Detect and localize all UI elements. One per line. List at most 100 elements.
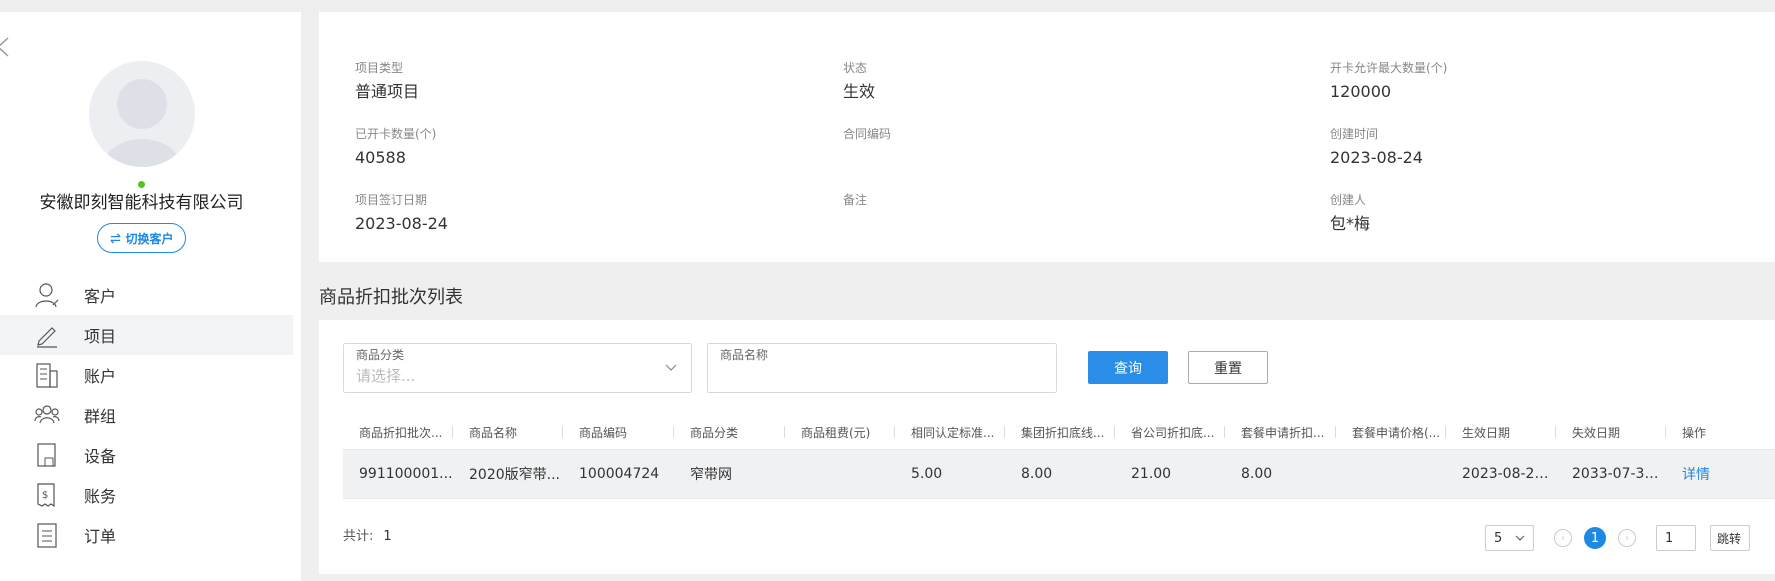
field-max-cards: 开卡允许最大数量(个) 120000 — [1330, 61, 1447, 102]
sidebar-item-label: 账务 — [84, 487, 117, 506]
column-header[interactable]: 商品折扣批次... — [343, 424, 453, 441]
prev-page-button[interactable]: ‹ — [1554, 529, 1572, 547]
project-info-card: 项目类型 普通项目 状态 生效 开卡允许最大数量(个) 120000 已开卡数量… — [319, 12, 1775, 262]
back-chevron-icon[interactable] — [0, 36, 12, 58]
column-header[interactable]: 省公司折扣底... — [1115, 424, 1225, 441]
column-header[interactable]: 套餐申请折扣... — [1225, 424, 1336, 441]
switch-customer-button[interactable]: 切换客户 — [97, 223, 186, 253]
sidebar: 安徽即刻智能科技有限公司 切换客户 客户 项目 账户 群组 设备 $ 账务 订单 — [0, 12, 301, 581]
sidebar-item-customer[interactable]: 客户 — [0, 275, 293, 315]
sidebar-item-account[interactable]: 账户 — [0, 355, 293, 395]
column-header[interactable]: 相同认定标准... — [895, 424, 1005, 441]
field-label: 合同编码 — [843, 127, 892, 141]
field-sign-date: 项目签订日期 2023-08-24 — [355, 193, 448, 234]
chevron-left-icon: ‹ — [1561, 532, 1565, 544]
product-name-field[interactable]: 商品名称 — [707, 343, 1057, 393]
batch-table: 商品折扣批次... 商品名称 商品编码 商品分类 商品租费(元) 相同认定标准.… — [343, 416, 1775, 499]
table-cell: 2033-07-31 2... — [1572, 466, 1666, 482]
sidebar-item-label: 客户 — [84, 287, 117, 306]
sidebar-item-label: 群组 — [84, 407, 117, 426]
field-label: 开卡允许最大数量(个) — [1330, 61, 1448, 75]
table-cell: 2023-08-24 1... — [1462, 466, 1556, 482]
user-icon — [34, 281, 60, 309]
sidebar-nav: 客户 项目 账户 群组 设备 $ 账务 订单 — [0, 275, 293, 555]
column-header[interactable]: 商品编码 — [563, 424, 674, 441]
field-value: 120000 — [1330, 82, 1392, 101]
chevron-right-icon: › — [1625, 532, 1629, 544]
field-label: 项目签订日期 — [355, 193, 428, 207]
sidebar-item-group[interactable]: 群组 — [0, 395, 293, 435]
sidebar-item-order[interactable]: 订单 — [0, 515, 293, 555]
field-status: 状态 生效 — [843, 61, 875, 102]
table-row[interactable]: 991100001... 2020版窄带... 100004724 窄带网 5.… — [343, 450, 1775, 499]
field-label: 备注 — [843, 193, 868, 207]
company-name: 安徽即刻智能科技有限公司 — [39, 193, 244, 213]
category-select[interactable]: 商品分类 请选择... — [343, 343, 692, 393]
column-header[interactable]: 套餐申请价格(... — [1336, 424, 1446, 441]
total-label: 共计: — [343, 529, 374, 544]
sidebar-item-label: 设备 — [84, 447, 117, 466]
field-value: 包*梅 — [1330, 214, 1371, 233]
detail-link[interactable]: 详情 — [1666, 464, 1765, 484]
next-page-button[interactable]: › — [1618, 529, 1636, 547]
column-header[interactable]: 生效日期 — [1446, 424, 1556, 441]
column-header[interactable]: 商品租费(元) — [785, 424, 895, 441]
device-icon — [34, 441, 60, 469]
sidebar-item-label: 订单 — [84, 527, 117, 546]
section-title: 商品折扣批次列表 — [319, 287, 463, 308]
field-creator: 创建人 包*梅 — [1330, 193, 1370, 234]
jump-page-input[interactable] — [1656, 525, 1696, 551]
column-header[interactable]: 商品名称 — [453, 424, 563, 441]
chevron-down-icon — [665, 364, 677, 371]
pen-icon — [34, 321, 60, 349]
category-select-label: 商品分类 — [356, 348, 405, 362]
group-icon — [34, 401, 60, 429]
field-opened-cards: 已开卡数量(个) 40588 — [355, 127, 436, 168]
table-cell: 8.00 — [1021, 466, 1053, 482]
field-remark: 备注 — [843, 193, 867, 214]
table-cell: 100004724 — [579, 466, 660, 482]
swap-icon — [110, 232, 122, 244]
page-number-current[interactable]: 1 — [1584, 527, 1606, 549]
table-cell: 2020版窄带... — [469, 467, 560, 483]
online-status-dot — [138, 181, 145, 188]
building-icon — [34, 361, 60, 389]
jump-button[interactable]: 跳转 — [1710, 525, 1750, 551]
reset-button[interactable]: 重置 — [1188, 351, 1268, 384]
field-value: 生效 — [843, 82, 876, 101]
sidebar-item-billing[interactable]: $ 账务 — [0, 475, 293, 515]
total-count: 共计: 1 — [343, 525, 392, 544]
field-label: 项目类型 — [355, 61, 404, 75]
sidebar-item-project[interactable]: 项目 — [0, 315, 293, 355]
sidebar-item-label: 账户 — [84, 367, 117, 386]
product-name-input[interactable] — [720, 366, 1044, 386]
table-header: 商品折扣批次... 商品名称 商品编码 商品分类 商品租费(元) 相同认定标准.… — [343, 416, 1775, 450]
category-select-placeholder: 请选择... — [356, 367, 416, 385]
sidebar-item-device[interactable]: 设备 — [0, 435, 293, 475]
field-label: 创建人 — [1330, 193, 1367, 207]
field-created-time: 创建时间 2023-08-24 — [1330, 127, 1423, 168]
field-contract-code: 合同编码 — [843, 127, 891, 148]
table-cell: 5.00 — [911, 466, 943, 482]
pagination: 5 ‹ 1 › 跳转 — [1485, 525, 1750, 551]
chevron-down-icon — [1515, 535, 1525, 541]
field-value: 2023-08-24 — [355, 214, 448, 233]
column-header[interactable]: 失效日期 — [1556, 424, 1666, 441]
field-project-type: 项目类型 普通项目 — [355, 61, 419, 102]
field-value: 40588 — [355, 148, 406, 167]
batch-list-card: 商品分类 请选择... 商品名称 查询 重置 商品折扣批次... 商品名称 商品… — [319, 320, 1775, 574]
column-header[interactable]: 商品分类 — [674, 424, 785, 441]
avatar — [89, 61, 195, 167]
total-value: 1 — [383, 529, 392, 544]
column-header[interactable]: 集团折扣底线... — [1005, 424, 1115, 441]
column-header: 操作 — [1682, 426, 1707, 440]
query-button[interactable]: 查询 — [1088, 351, 1168, 384]
svg-text:$: $ — [42, 490, 48, 501]
switch-customer-label: 切换客户 — [125, 231, 174, 246]
field-label: 状态 — [843, 61, 868, 75]
order-icon — [34, 521, 60, 549]
field-value: 2023-08-24 — [1330, 148, 1423, 167]
table-cell: 991100001... — [359, 466, 453, 482]
page-size-select[interactable]: 5 — [1485, 525, 1534, 551]
table-cell: 8.00 — [1241, 466, 1273, 482]
